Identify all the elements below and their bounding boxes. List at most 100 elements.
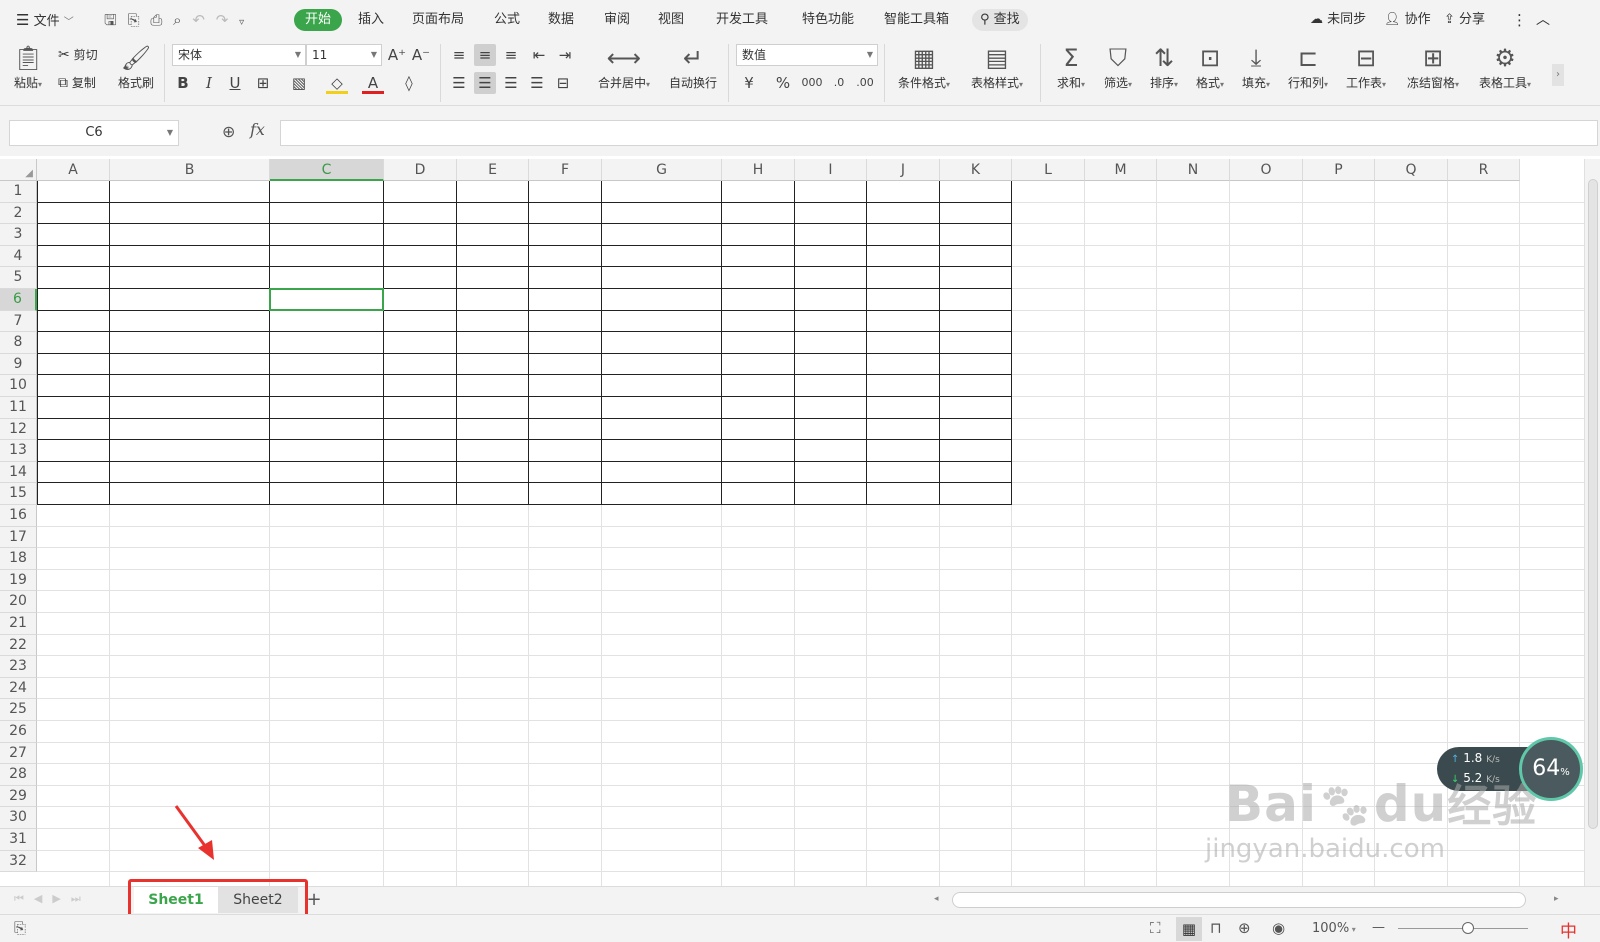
fill-color-icon[interactable]: ◇ (326, 72, 348, 94)
format-painter-button[interactable]: 🖌︎ 格式刷 (114, 42, 158, 91)
align-middle-icon[interactable]: ≡ (474, 44, 496, 66)
zoom-formula-icon[interactable]: ⊕ (222, 122, 235, 141)
customize-icon[interactable]: ▿ (239, 17, 244, 28)
increase-indent-icon[interactable]: ⇥ (554, 44, 576, 66)
filter-button[interactable]: ⛉ 筛选▾ (1098, 42, 1138, 91)
copy-button[interactable]: ⧉ 复制 (58, 74, 96, 91)
align-right-icon[interactable]: ☰ (500, 72, 522, 94)
file-menu[interactable]: ☰ 文件 ﹀ (16, 9, 74, 31)
row-header-24[interactable]: 24 (0, 677, 37, 700)
row-header-26[interactable]: 26 (0, 721, 37, 743)
row-header-21[interactable]: 21 (0, 613, 37, 635)
decrease-decimal-icon[interactable]: .00 (854, 72, 876, 94)
row-header-22[interactable]: 22 (0, 634, 37, 657)
tab-9[interactable]: 智能工具箱 (884, 9, 949, 31)
row-header-7[interactable]: 7 (0, 310, 37, 333)
row-header-4[interactable]: 4 (0, 245, 37, 268)
align-top-icon[interactable]: ≡ (448, 44, 470, 66)
row-header-25[interactable]: 25 (0, 699, 37, 721)
share-button[interactable]: ⇪ 分享 (1444, 9, 1485, 31)
row-header-30[interactable]: 30 (0, 807, 37, 829)
tab-8[interactable]: 特色功能 (802, 9, 854, 31)
align-bottom-icon[interactable]: ≡ (500, 44, 522, 66)
zoom-out-button[interactable]: — (1372, 920, 1385, 935)
format-button[interactable]: ⊡ 格式▾ (1190, 42, 1230, 91)
row-header-11[interactable]: 11 (0, 397, 37, 419)
normal-view-icon[interactable]: ▦ (1176, 917, 1202, 941)
italic-icon[interactable]: I (198, 72, 220, 94)
undo-icon[interactable]: ↶ (192, 11, 205, 29)
row-header-29[interactable]: 29 (0, 785, 37, 808)
fill-button[interactable]: ⤓ 填充▾ (1236, 42, 1276, 91)
table-tools-button[interactable]: ⚙ 表格工具▾ (1472, 42, 1538, 91)
decrease-indent-icon[interactable]: ⇤ (528, 44, 550, 66)
currency-icon[interactable]: ¥ (738, 72, 760, 94)
row-header-18[interactable]: 18 (0, 548, 37, 570)
tab-4[interactable]: 数据 (548, 9, 574, 31)
sync-button[interactable]: ☁ 未同步 (1310, 9, 1366, 31)
column-header-g[interactable]: G (602, 159, 722, 181)
tab-0[interactable]: 开始 (294, 9, 343, 31)
column-header-f[interactable]: F (529, 159, 602, 181)
align-left-icon[interactable]: ☰ (448, 72, 470, 94)
formula-input[interactable] (280, 120, 1598, 146)
column-header-o[interactable]: O (1230, 159, 1303, 181)
reading-mode-icon[interactable]: ◉ (1272, 919, 1285, 937)
bold-icon[interactable]: B (172, 72, 194, 94)
redo-icon[interactable]: ↷ (216, 11, 229, 29)
column-header-b[interactable]: B (110, 159, 270, 181)
row-header-20[interactable]: 20 (0, 591, 37, 613)
underline-icon[interactable]: U (224, 72, 246, 94)
cell-style-icon[interactable]: ▧ (288, 72, 310, 94)
select-all-corner[interactable]: ◢ (0, 159, 37, 181)
column-header-c[interactable]: C (270, 159, 384, 181)
horizontal-scroll-thumb[interactable] (952, 892, 1526, 908)
row-header-27[interactable]: 27 (0, 742, 37, 765)
column-header-n[interactable]: N (1157, 159, 1230, 181)
percent-icon[interactable]: % (772, 72, 794, 94)
clear-format-icon[interactable]: ◊ (398, 72, 420, 94)
sort-button[interactable]: ⇅ 排序▾ (1144, 42, 1184, 91)
column-header-k[interactable]: K (940, 159, 1012, 181)
font-color-icon[interactable]: A (362, 72, 384, 94)
export-icon[interactable]: ⎘ (128, 11, 140, 29)
tab-3[interactable]: 公式 (494, 9, 520, 31)
decrease-font-icon[interactable]: A⁻ (410, 44, 432, 66)
thousands-icon[interactable]: 000 (798, 72, 826, 94)
column-header-m[interactable]: M (1085, 159, 1157, 181)
fullscreen-icon[interactable]: ⛶ (1150, 919, 1161, 937)
justify-icon[interactable]: ☰ (526, 72, 548, 94)
row-header-12[interactable]: 12 (0, 418, 37, 441)
collapse-ribbon-icon[interactable]: ︿ (1536, 9, 1550, 31)
row-header-19[interactable]: 19 (0, 569, 37, 592)
merge-center-button[interactable]: ⟷ 合并居中▾ (592, 42, 656, 91)
scroll-right-icon[interactable]: ▸ (1554, 894, 1564, 904)
cut-button[interactable]: ✂ 剪切 (58, 46, 98, 63)
column-header-e[interactable]: E (457, 159, 529, 181)
conditional-format-button[interactable]: ▦ 条件格式▾ (892, 42, 956, 91)
row-header-28[interactable]: 28 (0, 764, 37, 786)
row-header-13[interactable]: 13 (0, 440, 37, 462)
column-header-d[interactable]: D (384, 159, 457, 181)
row-header-3[interactable]: 3 (0, 224, 37, 246)
search-box[interactable]: ⚲ 查找 (972, 9, 1028, 31)
tab-5[interactable]: 审阅 (604, 9, 630, 31)
column-header-a[interactable]: A (37, 159, 110, 181)
more-icon[interactable]: ⋮ (1512, 9, 1527, 31)
active-cell[interactable] (269, 288, 384, 311)
zoom-level[interactable]: 100% ▾ (1312, 921, 1356, 936)
ribbon-scroll-right-icon[interactable]: › (1552, 64, 1564, 86)
row-header-16[interactable]: 16 (0, 505, 37, 527)
print-icon[interactable]: ⎙ (150, 11, 162, 29)
ime-indicator[interactable]: 中 (1560, 917, 1577, 942)
vertical-scroll-thumb[interactable] (1588, 179, 1598, 829)
page-break-view-icon[interactable]: ⊕ (1238, 919, 1251, 937)
row-header-17[interactable]: 17 (0, 526, 37, 549)
sum-button[interactable]: Σ 求和▾ (1052, 42, 1090, 91)
worksheet-button[interactable]: ⊟ 工作表▾ (1340, 42, 1392, 91)
align-center-icon[interactable]: ☰ (474, 72, 496, 94)
freeze-panes-button[interactable]: ⊞ 冻结窗格▾ (1400, 42, 1466, 91)
distribute-icon[interactable]: ⊟ (552, 72, 574, 94)
tab-1[interactable]: 插入 (358, 9, 384, 31)
collab-button[interactable]: 👤︎ 协作 (1384, 9, 1431, 31)
